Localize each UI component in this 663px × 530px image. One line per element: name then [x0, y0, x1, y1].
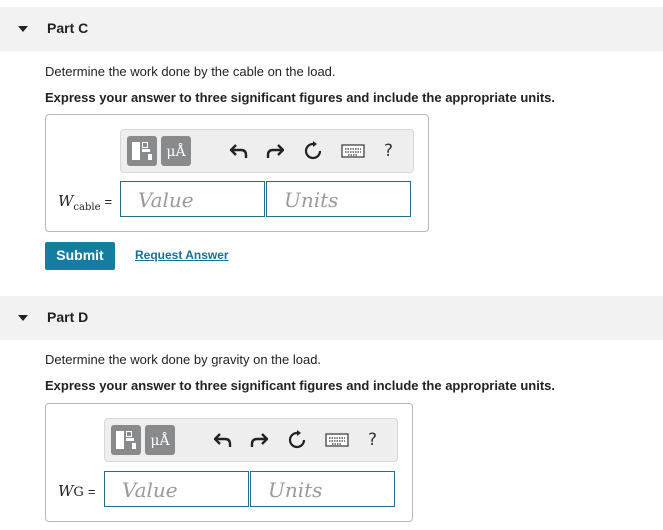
redo-icon[interactable] [249, 430, 269, 450]
part-c-title: Part C [47, 20, 89, 36]
w-g-label: WG = [58, 482, 96, 500]
w-cable-label: Wcable = [58, 192, 113, 213]
value-input[interactable]: Value [104, 471, 249, 507]
part-d-question: Determine the work done by gravity on th… [45, 352, 322, 367]
submit-button[interactable]: Submit [45, 242, 115, 270]
reset-icon[interactable] [303, 141, 323, 161]
request-answer-link[interactable]: Request Answer [135, 248, 229, 262]
part-d-toolbar: μÅ ? [104, 418, 398, 462]
part-c-question: Determine the work done by the cable on … [45, 64, 336, 79]
keyboard-icon[interactable] [325, 430, 349, 450]
caret-down-icon[interactable] [18, 315, 28, 321]
part-c-answer-box: μÅ ? Wcable = Value Units [45, 114, 429, 232]
help-icon[interactable]: ? [384, 141, 393, 161]
part-c-toolbar: μÅ ? [120, 129, 414, 173]
undo-icon[interactable] [213, 430, 233, 450]
units-input[interactable]: Units [266, 181, 411, 217]
value-input[interactable]: Value [120, 181, 265, 217]
reset-icon[interactable] [287, 430, 307, 450]
help-icon[interactable]: ? [368, 430, 377, 450]
part-c-instruction: Express your answer to three significant… [45, 90, 555, 105]
part-d-instruction: Express your answer to three significant… [45, 378, 555, 393]
keyboard-icon[interactable] [341, 141, 365, 161]
part-d-header[interactable]: Part D [0, 296, 663, 340]
units-symbol-button[interactable]: μÅ [145, 425, 175, 455]
part-d-answer-box: μÅ ? WG = Value Units [45, 403, 413, 522]
templates-icon[interactable] [127, 136, 157, 166]
caret-down-icon[interactable] [18, 26, 28, 32]
undo-icon[interactable] [229, 141, 249, 161]
part-c-header[interactable]: Part C [0, 7, 663, 51]
units-input[interactable]: Units [250, 471, 395, 507]
units-symbol-button[interactable]: μÅ [161, 136, 191, 166]
redo-icon[interactable] [265, 141, 285, 161]
part-d-title: Part D [47, 309, 89, 325]
templates-icon[interactable] [111, 425, 141, 455]
